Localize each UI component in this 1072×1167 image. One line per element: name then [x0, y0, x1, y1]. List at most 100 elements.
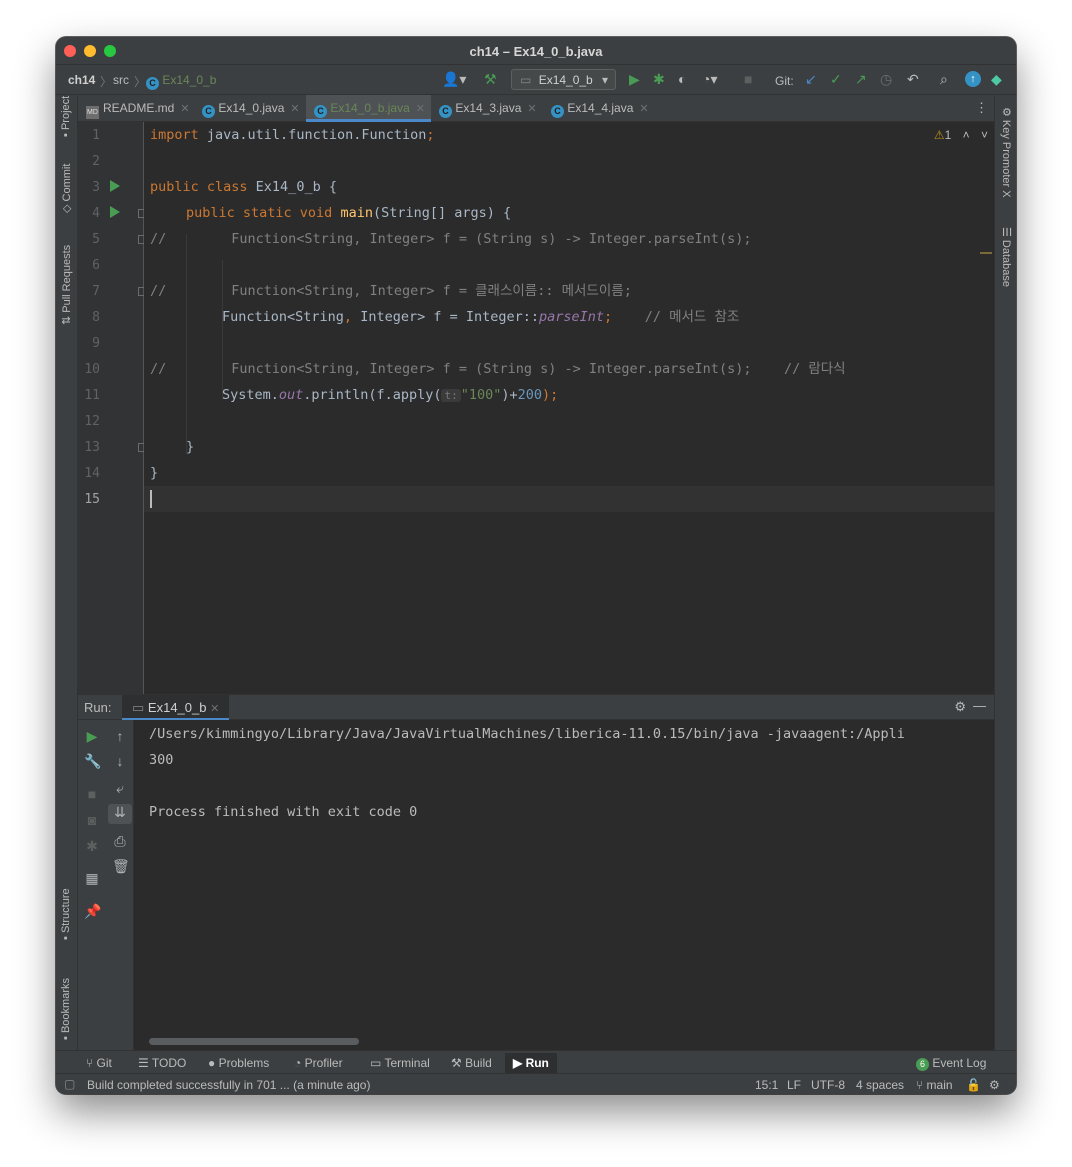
horizontal-scrollbar[interactable] [149, 1038, 359, 1045]
todo-tool-tab[interactable]: ☰ TODO [138, 1056, 186, 1070]
lock-icon[interactable]: 🔓 [966, 1078, 981, 1092]
git-branch[interactable]: ⑂ main [916, 1078, 953, 1092]
structure-tool-button[interactable]: ▪ Structure [60, 888, 72, 940]
profiler-tool-tab[interactable]: ◔ Profiler [294, 1056, 343, 1070]
soft-wrap-icon[interactable]: ⤶ [112, 780, 128, 796]
print-icon[interactable]: ⎙ [112, 833, 128, 849]
line-number: 14 [84, 466, 100, 481]
breadcrumb-src[interactable]: src [113, 73, 129, 87]
tab-ex14-4[interactable]: C Ex14_4.java ✕ [551, 95, 649, 122]
code-editor[interactable]: import java.util.function.Function; publ… [144, 122, 994, 694]
tab-label: Ex14_0.java [218, 101, 285, 115]
status-message[interactable]: Build completed successfully in 701 ... … [87, 1078, 370, 1092]
code-line-3: public class Ex14_0_b { [150, 179, 337, 195]
user-icon[interactable]: 👤▾ [442, 71, 466, 87]
git-commit-icon[interactable]: ✓ [830, 71, 842, 87]
camera-icon[interactable]: ◙ [84, 812, 100, 828]
profile-icon[interactable]: ◔▾ [702, 71, 717, 87]
key-promoter-tool-button[interactable]: ⚙ Key Promoter X [1000, 107, 1013, 198]
code-line-8: Function<String, Integer> f = Integer::p… [222, 309, 740, 325]
markdown-file-icon: MD [86, 106, 99, 119]
history-icon[interactable]: ◷ [880, 71, 892, 87]
code-line-11: System.out.println(f.apply(t: "100")+200)… [222, 387, 559, 403]
tab-ex14-3[interactable]: C Ex14_3.java ✕ [439, 95, 537, 122]
chevron-down-icon[interactable]: ˅ [981, 128, 988, 142]
layout-icon[interactable]: ▦ [84, 870, 100, 886]
minimize-panel-icon[interactable]: — [973, 698, 986, 713]
scroll-to-end-icon[interactable]: ⇊ [108, 804, 132, 824]
stop-icon[interactable]: ■ [84, 786, 100, 802]
git-update-icon[interactable]: ↙ [805, 71, 817, 87]
breadcrumb-class[interactable]: C Ex14_0_b [146, 73, 216, 90]
debug-bug-icon[interactable]: ✱ [84, 838, 100, 854]
bookmarks-tool-button[interactable]: ▪ Bookmarks [60, 978, 72, 1040]
debug-bug-icon[interactable]: ✱ [653, 71, 665, 87]
run-config-icon: ▭ [132, 700, 145, 715]
build-tool-tab[interactable]: ⚒ Build [451, 1056, 492, 1070]
line-number-current: 15 [84, 492, 100, 507]
chevron-up-icon[interactable]: ˄ [963, 128, 970, 142]
trash-icon[interactable]: 🗑 [112, 858, 130, 874]
code-line-1: import java.util.function.Function; [150, 127, 435, 143]
run-console-output[interactable]: /Users/kimmingyo/Library/Java/JavaVirtua… [134, 720, 980, 1050]
close-tab-icon[interactable]: ✕ [180, 103, 189, 115]
pin-icon[interactable]: 📌 [84, 903, 101, 919]
terminal-tool-tab[interactable]: ▭ Terminal [370, 1056, 430, 1070]
console-line: 300 [149, 752, 174, 768]
run-main-gutter-icon[interactable] [110, 206, 120, 218]
scroll-down-icon[interactable]: ↓ [112, 753, 128, 769]
tab-readme[interactable]: MD README.md ✕ [86, 95, 190, 122]
line-ending[interactable]: LF [787, 1078, 801, 1092]
run-tab[interactable]: ▭ Ex14_0_b ✕ [122, 695, 230, 721]
problems-tool-tab[interactable]: ● Problems [208, 1056, 269, 1070]
close-tab-icon[interactable]: ✕ [639, 103, 648, 115]
git-push-icon[interactable]: ↗ [855, 71, 867, 87]
close-tab-icon[interactable]: ✕ [416, 103, 425, 115]
tab-label: Ex14_4.java [567, 101, 634, 115]
event-log-button[interactable]: 6 Event Log [916, 1056, 986, 1071]
stop-icon[interactable]: ■ [744, 71, 752, 87]
chevron-down-icon: ▾ [601, 73, 608, 87]
file-encoding[interactable]: UTF-8 [811, 1078, 845, 1092]
tab-ex14-0[interactable]: C Ex14_0.java ✕ [202, 95, 300, 122]
build-hammer-icon[interactable]: ⚒ [484, 71, 497, 87]
run-config-select[interactable]: ▭ Ex14_0_b ▾ [511, 69, 616, 90]
breadcrumb-separator-icon: 〉 [100, 75, 113, 89]
warning-icon: ⚠ [933, 128, 945, 142]
run-tool-tab[interactable]: ▶ Run [505, 1053, 557, 1073]
search-icon[interactable]: ⌕ [940, 71, 948, 87]
git-tool-tab[interactable]: ⑂ Git [86, 1056, 112, 1070]
vertical-scrollbar[interactable] [980, 720, 994, 1050]
tab-ex14-0-b[interactable]: C Ex14_0_b.java ✕ [306, 95, 431, 122]
memory-indicator-icon[interactable]: ⚙ [989, 1078, 1000, 1092]
status-bar: ▢ Build completed successfully in 701 ..… [56, 1073, 1016, 1094]
tab-label: Ex14_3.java [455, 101, 522, 115]
update-arrow-icon[interactable]: ↑ [965, 71, 981, 87]
database-tool-button[interactable]: ☰ Database [1000, 227, 1013, 287]
inspection-widget[interactable]: ⚠1 ˄ ˅ [934, 128, 988, 142]
plugin-logo-icon[interactable]: ◆ [991, 71, 1002, 87]
wrench-icon[interactable]: 🔧 [84, 753, 101, 769]
warning-stripe-marker[interactable] [980, 252, 992, 254]
rerun-icon[interactable]: ▶ [84, 728, 100, 744]
scroll-up-icon[interactable]: ↑ [112, 728, 128, 744]
commit-tool-button[interactable]: ◇ Commit [60, 164, 73, 213]
close-tab-icon[interactable]: ✕ [210, 703, 219, 715]
caret-position[interactable]: 15:1 [755, 1078, 778, 1092]
run-class-gutter-icon[interactable] [110, 180, 120, 192]
indent-setting[interactable]: 4 spaces [856, 1078, 904, 1092]
close-tab-icon[interactable]: ✕ [290, 103, 299, 115]
close-tab-icon[interactable]: ✕ [527, 103, 536, 115]
pull-requests-tool-button[interactable]: ⇅ Pull Requests [60, 245, 73, 325]
line-number: 11 [84, 388, 100, 403]
tab-options-icon[interactable]: ⋮ [975, 100, 988, 116]
breadcrumb-project[interactable]: ch14 [68, 73, 95, 87]
class-icon: C [551, 105, 564, 118]
toggle-tool-windows-icon[interactable]: ▢ [64, 1077, 75, 1091]
gear-icon[interactable]: ⚙ [954, 699, 966, 715]
coverage-icon[interactable]: ◐ [678, 71, 686, 87]
run-icon[interactable]: ▶ [629, 71, 640, 87]
project-tool-button[interactable]: ▪ Project [60, 96, 72, 137]
run-tab-label: Ex14_0_b [147, 700, 207, 715]
rollback-icon[interactable]: ↶ [907, 71, 919, 87]
